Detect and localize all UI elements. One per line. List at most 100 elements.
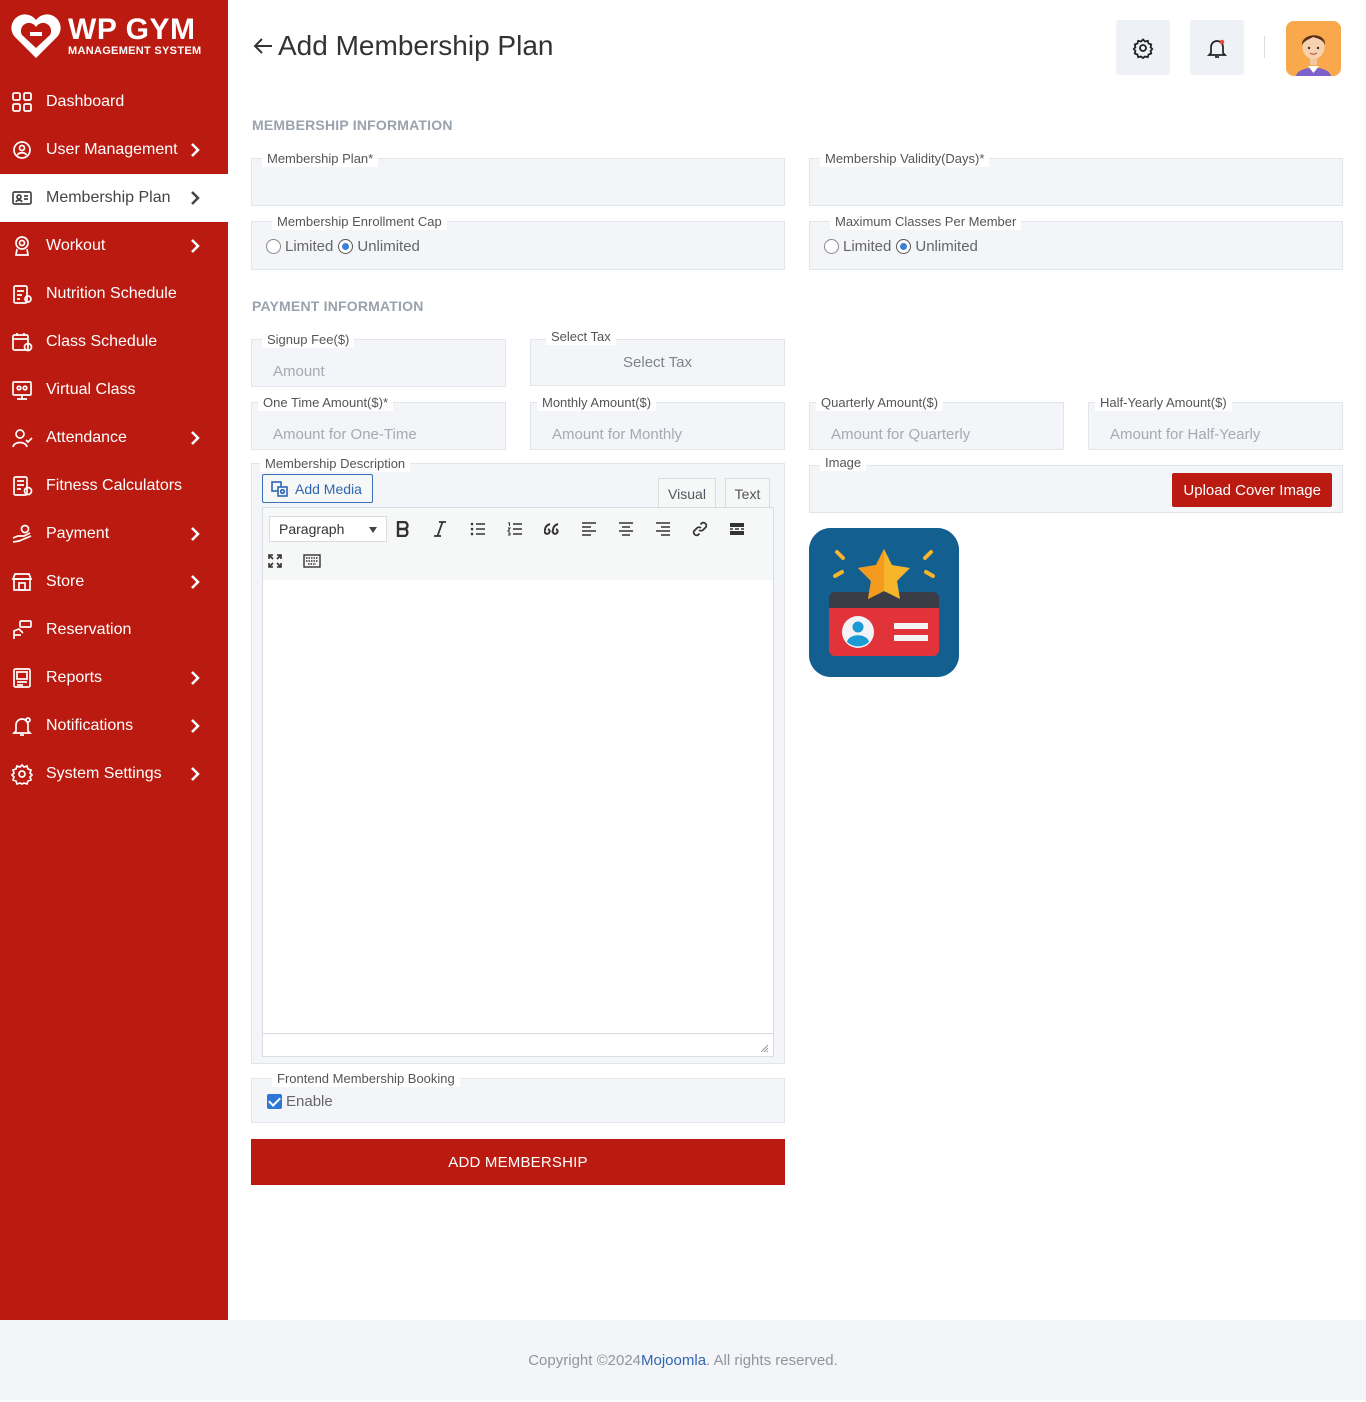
- radio-label: Unlimited: [915, 238, 978, 255]
- sidebar-item-class-schedule[interactable]: Class Schedule: [0, 318, 228, 366]
- settings-button[interactable]: [1116, 20, 1170, 75]
- toolbar-toggle-button[interactable]: [300, 549, 324, 573]
- section-heading-payment: PAYMENT INFORMATION: [252, 298, 424, 314]
- paragraph-format-select[interactable]: Paragraph: [269, 516, 387, 542]
- bullet-list-button[interactable]: [466, 517, 490, 541]
- membership-description-editor: Membership Description Add Media Visual …: [251, 456, 785, 1064]
- sidebar-item-system-settings[interactable]: System Settings: [0, 750, 228, 798]
- sidebar-item-attendance[interactable]: Attendance: [0, 414, 228, 462]
- quarterly-amount-field[interactable]: Quarterly Amount($) Amount for Quarterly: [809, 395, 1064, 450]
- sidebar-item-label: Fitness Calculators: [46, 477, 183, 494]
- one-time-amount-field[interactable]: One Time Amount($)* Amount for One-Time: [251, 395, 506, 450]
- sidebar-item-nutrition-schedule[interactable]: Nutrition Schedule: [0, 270, 228, 318]
- tab-text[interactable]: Text: [725, 478, 770, 508]
- sidebar-item-store[interactable]: Store: [0, 558, 228, 606]
- chevron-right-icon: [191, 671, 200, 685]
- resize-handle-icon[interactable]: [760, 1044, 769, 1053]
- sidebar-item-reservation[interactable]: Reservation: [0, 606, 228, 654]
- sidebar-item-dashboard[interactable]: Dashboard: [0, 78, 228, 126]
- membership-card-icon: [12, 191, 32, 205]
- gear-icon: [1132, 37, 1154, 59]
- avatar[interactable]: [1286, 21, 1341, 76]
- field-placeholder: Amount for Half-Yearly: [1110, 426, 1261, 443]
- store-icon: [11, 573, 33, 591]
- field-label: Image: [820, 455, 867, 471]
- field-placeholder: Amount: [273, 363, 325, 380]
- upload-button-label: Upload Cover Image: [1183, 481, 1321, 499]
- radio-unlimited[interactable]: [338, 239, 354, 254]
- sidebar-item-notifications[interactable]: Notifications: [0, 702, 228, 750]
- align-center-button[interactable]: [614, 517, 638, 541]
- sidebar-item-label: Virtual Class: [46, 381, 136, 398]
- italic-button[interactable]: [428, 517, 452, 541]
- calendar-icon: [12, 333, 33, 352]
- fullscreen-button[interactable]: [263, 549, 287, 573]
- membership-cover-image: [809, 528, 959, 677]
- editor-toolbar: Paragraph: [262, 507, 774, 581]
- footer: Copyright ©2024 Mojoomla. All rights res…: [0, 1320, 1366, 1400]
- radio-limited[interactable]: [824, 239, 839, 254]
- chevron-right-icon: [191, 191, 200, 205]
- add-media-button[interactable]: Add Media: [262, 474, 373, 503]
- sidebar-item-label: Notifications: [46, 717, 134, 734]
- radio-limited[interactable]: [266, 239, 281, 254]
- tab-visual[interactable]: Visual: [658, 478, 716, 508]
- monthly-amount-field[interactable]: Monthly Amount($) Amount for Monthly: [530, 395, 785, 450]
- footer-brand-link[interactable]: Mojoomla: [641, 1352, 706, 1369]
- half-yearly-amount-field[interactable]: Half-Yearly Amount($) Amount for Half-Ye…: [1088, 395, 1343, 450]
- field-placeholder: Amount for One-Time: [273, 426, 417, 443]
- field-label: Membership Validity(Days)*: [820, 151, 990, 167]
- align-left-icon: [582, 522, 596, 536]
- reports-icon: [13, 668, 31, 688]
- field-label: Signup Fee($): [262, 332, 355, 348]
- logo[interactable]: WP GYM MANAGEMENT SYSTEM: [10, 12, 220, 62]
- read-more-icon: [730, 523, 744, 535]
- bell-icon: [1206, 39, 1228, 58]
- sidebar-nav: Dashboard User Management Membership Pla…: [0, 78, 228, 798]
- read-more-button[interactable]: [725, 517, 749, 541]
- sidebar-item-workout[interactable]: Workout: [0, 222, 228, 270]
- back-arrow-icon[interactable]: [252, 35, 274, 57]
- radio-unlimited[interactable]: [896, 239, 912, 254]
- notifications-button[interactable]: [1190, 20, 1244, 75]
- sidebar-item-label: Nutrition Schedule: [46, 285, 177, 302]
- blockquote-button[interactable]: [540, 517, 564, 541]
- bold-button[interactable]: [391, 517, 415, 541]
- upload-cover-image-button[interactable]: Upload Cover Image: [1172, 473, 1332, 507]
- sidebar-item-label: Workout: [46, 237, 106, 254]
- select-tax-dropdown[interactable]: Select Tax Select Tax: [530, 329, 785, 386]
- field-label: Select Tax: [546, 329, 616, 345]
- membership-validity-field[interactable]: Membership Validity(Days)*: [809, 151, 1343, 206]
- chevron-right-icon: [191, 143, 200, 157]
- sidebar-item-label: Class Schedule: [46, 333, 158, 350]
- sidebar-item-payment[interactable]: Payment: [0, 510, 228, 558]
- field-label: Membership Description: [260, 456, 411, 472]
- enable-checkbox[interactable]: [267, 1094, 282, 1109]
- select-tax-value: Select Tax: [623, 354, 692, 371]
- field-label: Monthly Amount($): [537, 395, 657, 411]
- field-label: Maximum Classes Per Member: [830, 214, 1022, 230]
- align-right-button[interactable]: [651, 517, 675, 541]
- dashboard-grid-icon: [12, 92, 32, 112]
- bold-icon: [396, 521, 409, 537]
- field-label: Frontend Membership Booking: [272, 1071, 460, 1087]
- numbered-list-button[interactable]: [503, 517, 527, 541]
- sidebar-item-label: User Management: [46, 141, 178, 158]
- sidebar-item-user-management[interactable]: User Management: [0, 126, 228, 174]
- sidebar-item-reports[interactable]: Reports: [0, 654, 228, 702]
- sidebar-item-label: Reservation: [46, 621, 132, 638]
- media-icon: [271, 480, 288, 497]
- chevron-right-icon: [191, 767, 200, 781]
- align-left-button[interactable]: [577, 517, 601, 541]
- sidebar-item-virtual-class[interactable]: Virtual Class: [0, 366, 228, 414]
- sidebar-item-fitness-calculators[interactable]: Fitness Calculators: [0, 462, 228, 510]
- signup-fee-field[interactable]: Signup Fee($) Amount: [251, 332, 506, 387]
- description-textarea[interactable]: [262, 580, 774, 1034]
- sidebar-item-label: Store: [46, 573, 85, 590]
- sidebar-item-membership-plan[interactable]: Membership Plan: [0, 174, 228, 222]
- insert-link-button[interactable]: [688, 517, 712, 541]
- membership-plan-field[interactable]: Membership Plan*: [251, 151, 785, 206]
- chevron-right-icon: [191, 575, 200, 589]
- add-membership-button[interactable]: ADD MEMBERSHIP: [251, 1139, 785, 1185]
- frontend-booking-group: Frontend Membership Booking Enable: [251, 1071, 785, 1123]
